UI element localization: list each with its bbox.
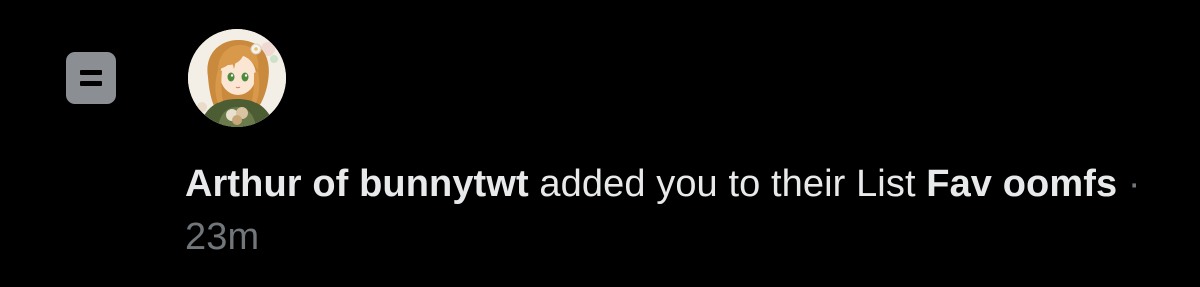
actor-avatar[interactable] bbox=[188, 29, 286, 127]
list-added-notification[interactable]: Arthur of bunnytwt added you to their Li… bbox=[0, 0, 1200, 287]
action-text: added you to their List bbox=[528, 163, 927, 205]
timestamp: 23m bbox=[185, 216, 260, 258]
actor-name-link[interactable]: Arthur of bunnytwt bbox=[185, 163, 529, 205]
list-icon bbox=[66, 52, 116, 104]
separator-dot: · bbox=[1117, 163, 1141, 205]
notification-message: Arthur of bunnytwt added you to their Li… bbox=[185, 158, 1175, 264]
list-name-link[interactable]: Fav oomfs bbox=[926, 163, 1117, 205]
